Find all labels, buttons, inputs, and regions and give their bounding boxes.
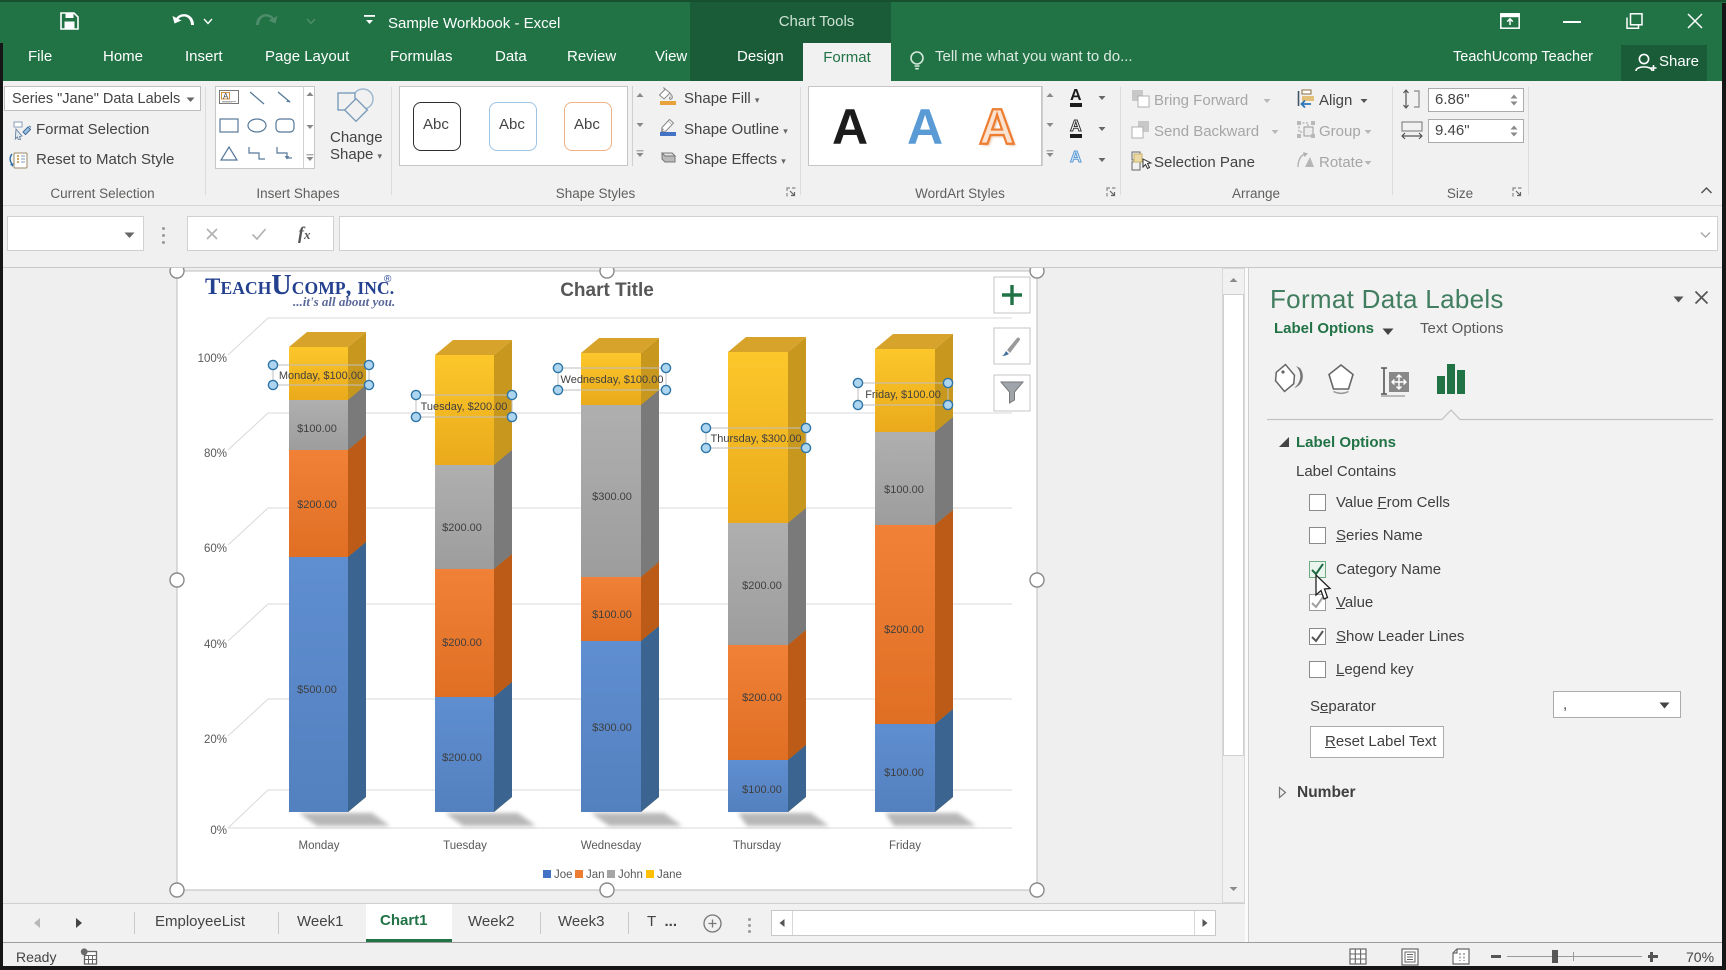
- svg-text:$200.00: $200.00: [442, 752, 482, 764]
- svg-text:80%: 80%: [204, 448, 227, 460]
- svg-text:Chart Title: Chart Title: [560, 280, 654, 301]
- svg-text:$100.00: $100.00: [742, 784, 782, 796]
- svg-text:Tuesday, $200.00: Tuesday, $200.00: [421, 401, 508, 413]
- svg-text:$300.00: $300.00: [592, 722, 632, 734]
- svg-text:60%: 60%: [204, 543, 227, 555]
- svg-text:$200.00: $200.00: [442, 522, 482, 534]
- svg-text:$100.00: $100.00: [592, 609, 632, 621]
- svg-text:Thursday: Thursday: [733, 840, 781, 852]
- svg-text:Wednesday: Wednesday: [581, 840, 642, 852]
- svg-text:$100.00: $100.00: [884, 484, 924, 496]
- svg-text:...it's all about you.: ...it's all about you.: [293, 294, 395, 309]
- svg-text:$300.00: $300.00: [592, 491, 632, 503]
- svg-text:Monday: Monday: [299, 840, 340, 852]
- svg-text:Wednesday, $100.00: Wednesday, $100.00: [561, 374, 664, 386]
- svg-text:Monday, $100.00: Monday, $100.00: [279, 370, 363, 382]
- svg-text:Joe: Joe: [554, 869, 573, 881]
- svg-text:Friday: Friday: [889, 840, 921, 852]
- svg-text:Friday, $100.00: Friday, $100.00: [865, 389, 941, 401]
- svg-text:®: ®: [384, 274, 392, 285]
- svg-text:John: John: [618, 869, 643, 881]
- svg-text:20%: 20%: [204, 734, 227, 746]
- svg-text:$200.00: $200.00: [297, 499, 337, 511]
- svg-text:$100.00: $100.00: [884, 767, 924, 779]
- svg-text:Thursday, $300.00: Thursday, $300.00: [711, 433, 802, 445]
- svg-text:100%: 100%: [198, 353, 227, 365]
- svg-text:40%: 40%: [204, 639, 227, 651]
- svg-text:$200.00: $200.00: [884, 624, 924, 636]
- svg-text:Jan: Jan: [586, 869, 605, 881]
- svg-text:$200.00: $200.00: [442, 637, 482, 649]
- svg-text:$100.00: $100.00: [297, 423, 337, 435]
- svg-text:$200.00: $200.00: [742, 692, 782, 704]
- svg-text:$500.00: $500.00: [297, 684, 337, 696]
- svg-text:0%: 0%: [210, 825, 227, 837]
- svg-text:Jane: Jane: [657, 869, 682, 881]
- svg-text:A: A: [223, 92, 229, 101]
- svg-text:$200.00: $200.00: [742, 580, 782, 592]
- svg-text:Tuesday: Tuesday: [443, 840, 487, 852]
